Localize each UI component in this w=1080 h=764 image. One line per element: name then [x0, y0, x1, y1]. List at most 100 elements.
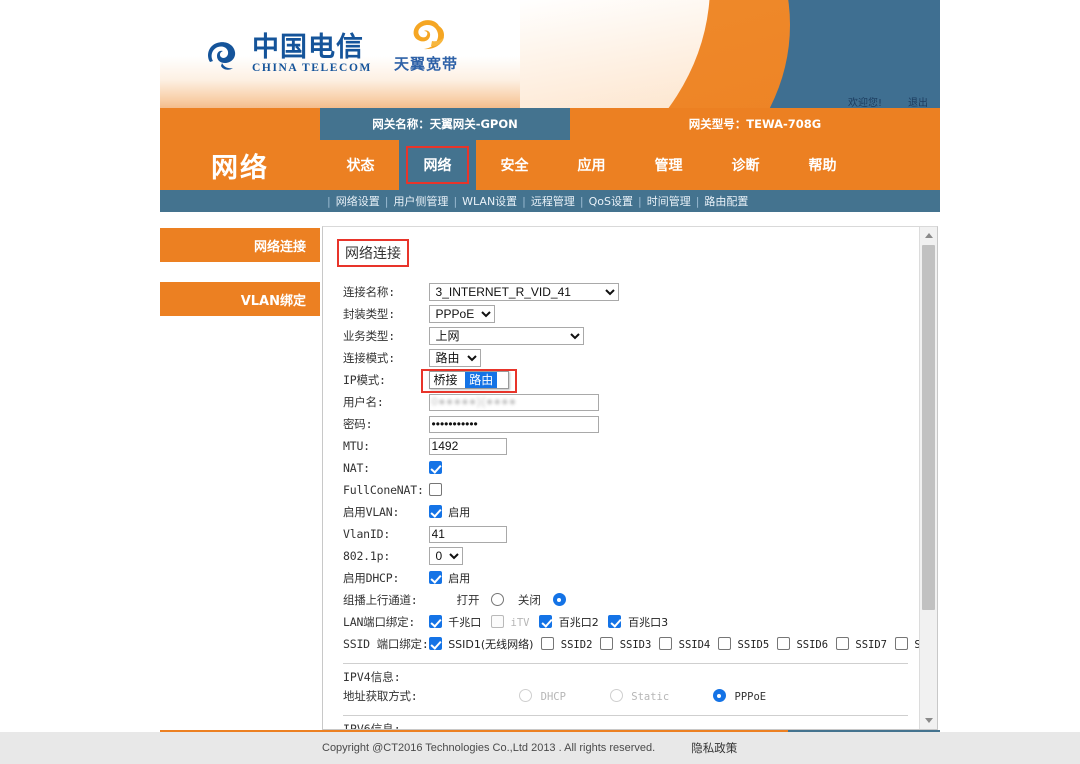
form-row-dot1p: 802.1p: 0: [343, 545, 920, 567]
subnav-item-wlan-settings[interactable]: WLAN设置: [462, 193, 517, 209]
tianyi-broadband-logo: 天翼宽带: [394, 18, 458, 76]
logo-group: 中国电信 CHINA TELECOM 天翼宽带: [202, 18, 458, 76]
lan-binding-port3-checkbox[interactable]: [608, 615, 622, 628]
lan-binding-gigabit-label: 千兆口: [448, 616, 482, 629]
page-title: 网络: [160, 140, 320, 190]
tab-application[interactable]: 应用: [553, 140, 630, 190]
addr-mode-dhcp-radio[interactable]: [519, 689, 532, 702]
label-nat: NAT:: [343, 461, 370, 475]
ssid8-checkbox[interactable]: [894, 637, 908, 650]
copyright-text: Copyright @CT2016 Technologies Co.,Ltd 2…: [322, 742, 656, 754]
main-nav-row: 网络 状态 网络 安全 应用 管理 诊断 帮助: [160, 140, 940, 190]
ip-mode-option-bridge[interactable]: 桥接: [430, 372, 462, 388]
banner-swoosh-graphic: [520, 0, 940, 108]
ssid7-checkbox[interactable]: [835, 637, 849, 650]
vlan-id-input[interactable]: [428, 525, 507, 543]
ipv6-section-label: IPV6信息:: [343, 722, 401, 729]
form-row-vlan-id: VlanID:: [343, 523, 920, 545]
gateway-info-bar: 网关名称：天翼网关-GPON 网关型号：TEWA-708G: [160, 108, 940, 140]
addr-mode-dhcp-label: DHCP: [540, 691, 566, 703]
nat-checkbox[interactable]: [428, 461, 442, 474]
network-connection-form: 连接名称: 3_INTERNET_R_VID_41 封装类型: PPPoE 业务…: [343, 281, 920, 655]
mtu-input[interactable]: [428, 437, 507, 455]
sidebar-item-vlan-binding[interactable]: VLAN绑定: [160, 282, 320, 316]
form-row-encap-type: 封装类型: PPPoE: [343, 303, 920, 325]
subnav-item-network-settings[interactable]: 网络设置: [336, 193, 380, 209]
label-ip-mode: IP模式:: [343, 373, 386, 387]
tab-application-label: 应用: [577, 158, 606, 174]
fullconenat-checkbox[interactable]: [428, 483, 442, 496]
ssid6-checkbox[interactable]: [776, 637, 790, 650]
lan-binding-gigabit-checkbox[interactable]: [428, 615, 442, 628]
ipv4-form: 地址获取方式: DHCP Static PPPoE: [343, 685, 908, 707]
tab-management-label: 管理: [654, 158, 683, 174]
addr-mode-static-radio[interactable]: [609, 689, 623, 702]
dot1p-select[interactable]: 0: [428, 547, 463, 565]
ssid1-checkbox[interactable]: [428, 637, 442, 650]
brand-name-cn: 中国电信: [252, 31, 364, 63]
label-enable-dhcp: 启用DHCP:: [343, 571, 400, 585]
subnav-sep-2: |: [453, 194, 458, 208]
tab-help[interactable]: 帮助: [784, 140, 861, 190]
ssid4-checkbox[interactable]: [658, 637, 672, 650]
ssid3-checkbox[interactable]: [600, 637, 614, 650]
ip-mode-option-route[interactable]: 路由: [465, 372, 498, 388]
tab-network[interactable]: 网络: [399, 140, 476, 190]
ssid2-checkbox[interactable]: [541, 637, 555, 650]
multicast-off-radio[interactable]: [552, 593, 566, 606]
sidebar-item-vlan-binding-label: VLAN绑定: [240, 293, 306, 309]
subnav-item-route-config[interactable]: 路由配置: [704, 193, 748, 209]
ssid5-checkbox[interactable]: [717, 637, 731, 650]
tab-diagnostics[interactable]: 诊断: [707, 140, 784, 190]
label-encap-type: 封装类型:: [343, 307, 395, 321]
password-input[interactable]: [428, 415, 599, 433]
sidebar-item-network-connection[interactable]: 网络连接: [160, 228, 320, 262]
form-row-addr-mode: 地址获取方式: DHCP Static PPPoE: [343, 685, 908, 707]
ssid7-label: SSID7: [855, 639, 887, 651]
logout-link[interactable]: 退出: [908, 94, 928, 108]
tab-management[interactable]: 管理: [630, 140, 707, 190]
lan-binding-port2-checkbox[interactable]: [539, 615, 553, 628]
addr-mode-pppoe-radio[interactable]: [712, 689, 726, 702]
scroll-up-arrow-icon[interactable]: [920, 227, 937, 244]
username-obscured-value: 0●●●●●)(●●●●: [431, 395, 517, 408]
subnav-sep-0: |: [327, 194, 331, 208]
subnav-item-user-side-mgmt[interactable]: 用户侧管理: [393, 193, 448, 209]
ssid2-label: SSID2: [560, 639, 593, 651]
china-telecom-mark-icon: [202, 32, 246, 76]
privacy-policy-link[interactable]: 隐私政策: [691, 740, 737, 756]
tab-diagnostics-label: 诊断: [731, 158, 760, 174]
scroll-down-arrow-icon[interactable]: [920, 712, 937, 729]
scrollbar-thumb[interactable]: [922, 245, 935, 610]
enable-dhcp-checkbox[interactable]: [428, 571, 442, 584]
service-type-select[interactable]: 上网: [428, 327, 584, 345]
conn-mode-select[interactable]: 路由: [428, 349, 481, 367]
page-footer: Copyright @CT2016 Technologies Co.,Ltd 2…: [0, 732, 1080, 764]
form-row-conn-name: 连接名称: 3_INTERNET_R_VID_41: [343, 281, 920, 303]
tab-status-label: 状态: [346, 158, 375, 174]
form-row-fullconenat: FullConeNAT:: [343, 479, 920, 501]
label-service-type: 业务类型:: [343, 329, 395, 343]
multicast-on-radio[interactable]: [491, 593, 505, 606]
form-row-enable-dhcp: 启用DHCP: 启用: [343, 567, 920, 589]
divider-ipv4: [343, 663, 908, 664]
ipv6-section-clipped: IPV6信息:: [339, 721, 904, 729]
subnav-item-remote-mgmt[interactable]: 远程管理: [531, 193, 575, 209]
label-addr-mode: 地址获取方式:: [343, 689, 418, 703]
addr-mode-pppoe-label: PPPoE: [734, 691, 767, 703]
conn-name-select[interactable]: 3_INTERNET_R_VID_41: [428, 283, 619, 301]
enable-vlan-checkbox[interactable]: [428, 505, 442, 518]
ipv4-section-label: IPV4信息:: [343, 670, 401, 684]
tab-status[interactable]: 状态: [322, 140, 399, 190]
lan-binding-itv-checkbox[interactable]: [490, 615, 504, 628]
china-telecom-wordmark: 中国电信 CHINA TELECOM: [252, 34, 372, 75]
subnav-sep-4: |: [579, 194, 584, 208]
form-row-ssid-binding: SSID 端口绑定: SSID1(无线网络) SSID2 SSID3 SSID4: [343, 633, 920, 655]
label-multicast: 组播上行通道:: [343, 593, 418, 607]
multicast-off-label: 关闭: [517, 593, 541, 607]
subnav-item-qos-settings[interactable]: QoS设置: [589, 193, 633, 209]
tab-security[interactable]: 安全: [476, 140, 553, 190]
content-vertical-scrollbar[interactable]: [919, 227, 937, 729]
encap-type-select[interactable]: PPPoE: [428, 305, 495, 323]
subnav-item-time-mgmt[interactable]: 时间管理: [647, 193, 691, 209]
